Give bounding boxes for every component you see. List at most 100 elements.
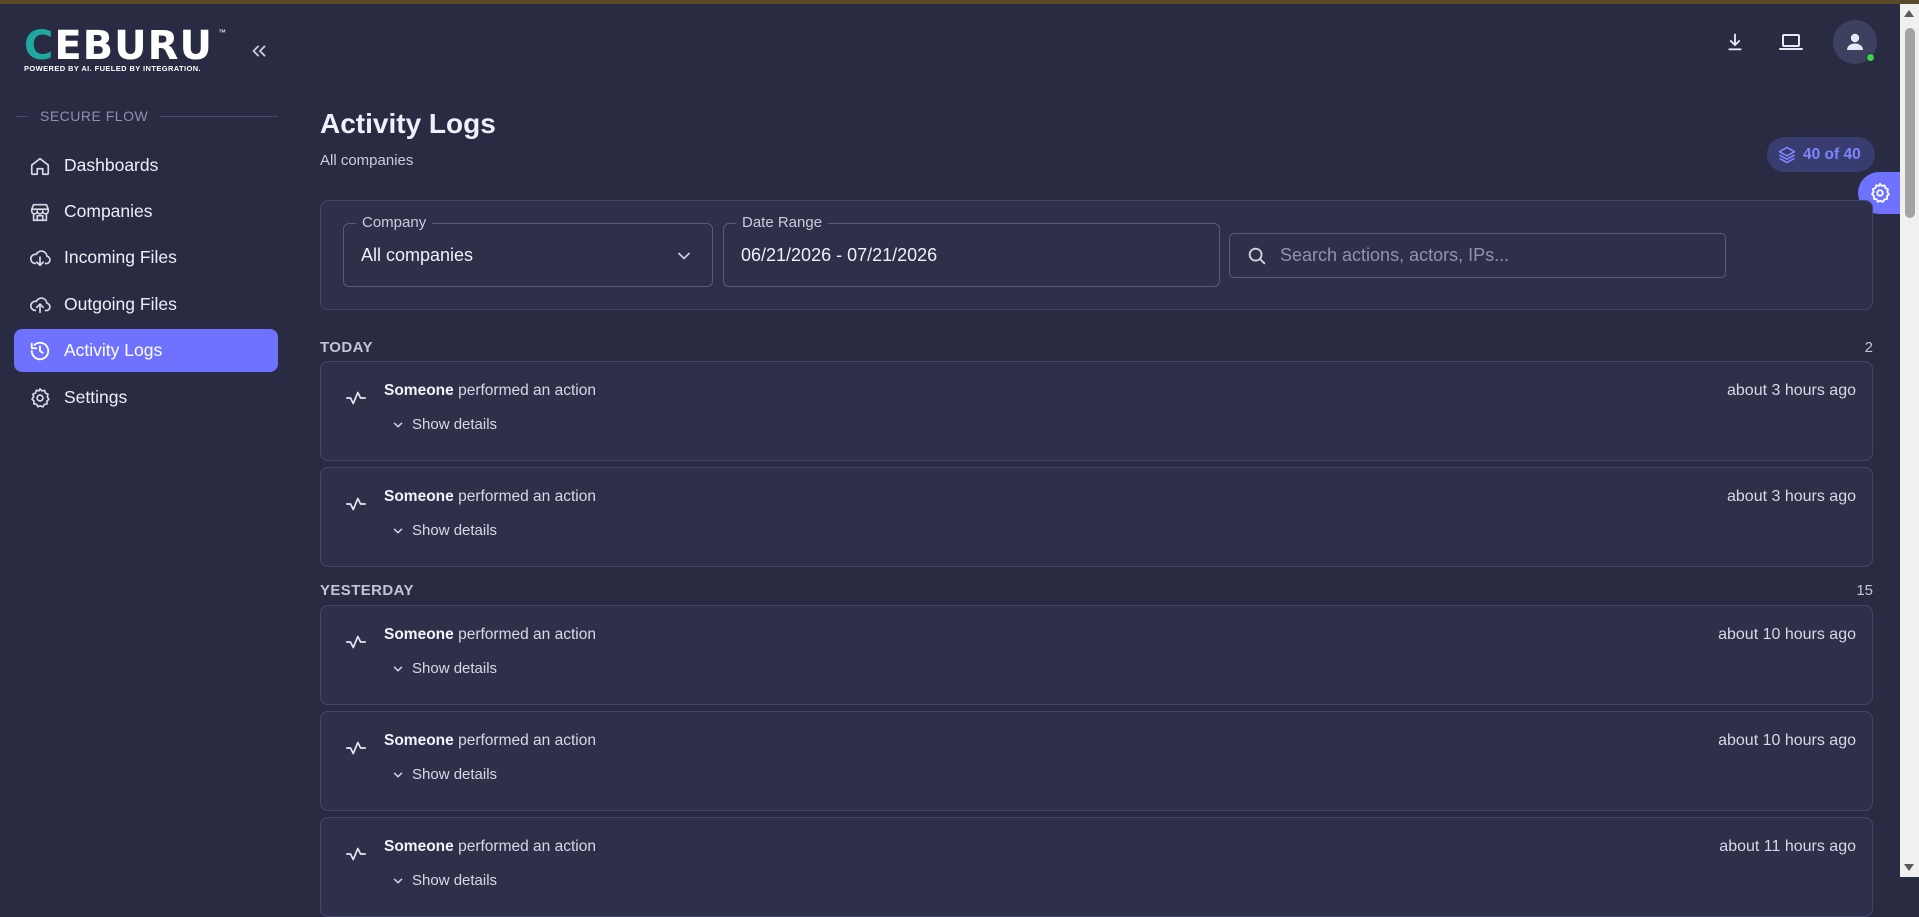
desktop-view-button[interactable] (1777, 28, 1805, 56)
scrollbar-thumb[interactable] (1905, 28, 1915, 218)
chevron-down-icon (674, 246, 694, 266)
section-label-text: SECURE FLOW (40, 108, 149, 124)
log-entry[interactable]: Someone performed an action about 10 hou… (320, 711, 1873, 811)
log-entry[interactable]: Someone performed an action about 10 hou… (320, 605, 1873, 705)
user-avatar[interactable] (1833, 20, 1877, 64)
group-count: 15 (1856, 581, 1873, 599)
page-subtitle: All companies (320, 152, 414, 169)
group-title: YESTERDAY (320, 581, 414, 599)
sidebar-item-label: Incoming Files (64, 247, 177, 267)
log-actor: Someone (384, 732, 454, 749)
search-field[interactable] (1229, 233, 1726, 278)
group-title: TODAY (320, 338, 373, 356)
show-details-label: Show details (412, 416, 498, 433)
show-details-toggle[interactable]: Show details (391, 660, 497, 677)
show-details-label: Show details (412, 522, 498, 539)
log-entry[interactable]: Someone performed an action about 11 hou… (320, 817, 1873, 917)
cloud-upload-icon (28, 293, 52, 317)
date-range-field[interactable]: Date Range 06/21/2026 - 07/21/2026 (723, 214, 1220, 287)
scroll-down-arrow-icon[interactable] (1904, 864, 1914, 871)
log-action: performed an action (458, 626, 596, 643)
log-entry[interactable]: Someone performed an action about 3 hour… (320, 467, 1873, 567)
chevron-down-icon (391, 418, 405, 432)
logo-tagline: POWERED BY AI. FUELED BY INTEGRATION. (24, 64, 202, 73)
sidebar-item-dashboards[interactable]: Dashboards (14, 144, 278, 187)
log-action: performed an action (458, 838, 596, 855)
log-time: about 3 hours ago (1727, 488, 1856, 505)
activity-pulse-icon (345, 387, 367, 409)
group-header-today: TODAY 2 (320, 336, 1873, 358)
sidebar-item-outgoing-files[interactable]: Outgoing Files (14, 283, 278, 326)
ceburu-logo[interactable]: CEBURU ™ POWERED BY AI. FUELED BY INTEGR… (24, 23, 226, 74)
gear-icon (1871, 182, 1890, 203)
top-actions (1721, 18, 1877, 66)
history-icon (28, 339, 52, 363)
page-scrollbar[interactable] (1900, 4, 1919, 877)
show-details-toggle[interactable]: Show details (391, 522, 497, 539)
online-status-dot (1866, 53, 1875, 62)
log-action: performed an action (458, 732, 596, 749)
download-button[interactable] (1721, 28, 1749, 56)
sidebar-item-incoming-files[interactable]: Incoming Files (14, 236, 278, 279)
search-input[interactable] (1280, 245, 1710, 266)
activity-pulse-icon (345, 737, 367, 759)
log-entry-summary: Someone performed an action (384, 488, 596, 506)
sidebar-item-companies[interactable]: Companies (14, 190, 278, 233)
sidebar-item-label: Settings (64, 387, 128, 407)
chevron-down-icon (391, 524, 405, 538)
log-time: about 11 hours ago (1719, 838, 1856, 855)
chevron-down-icon (391, 874, 405, 888)
log-entry[interactable]: Someone performed an action about 3 hour… (320, 361, 1873, 461)
sidebar-item-label: Companies (64, 201, 153, 221)
laptop-icon (1779, 34, 1803, 50)
log-entry-summary: Someone performed an action (384, 838, 596, 856)
activity-pulse-icon (345, 493, 367, 515)
gear-icon (28, 386, 52, 410)
double-chevron-left-icon (252, 45, 266, 57)
store-icon (28, 200, 52, 224)
sidebar-item-settings[interactable]: Settings (14, 376, 278, 419)
log-action: performed an action (458, 488, 596, 505)
group-count: 2 (1864, 338, 1873, 356)
log-actor: Someone (384, 626, 454, 643)
log-actor: Someone (384, 488, 454, 505)
page-title: Activity Logs (320, 108, 496, 139)
show-details-label: Show details (412, 660, 498, 677)
sidebar-item-label: Outgoing Files (64, 294, 177, 314)
log-action: performed an action (458, 382, 596, 399)
activity-pulse-icon (345, 631, 367, 653)
company-select[interactable]: Company All companies (343, 214, 713, 287)
show-details-toggle[interactable]: Show details (391, 872, 497, 889)
sidebar-item-label: Activity Logs (64, 340, 163, 360)
log-time: about 10 hours ago (1718, 732, 1856, 749)
sidebar-item-label: Dashboards (64, 155, 159, 175)
show-details-toggle[interactable]: Show details (391, 766, 497, 783)
filter-panel: Company All companies Date Range 06/21/2… (320, 200, 1873, 310)
logo-wordmark: CEBURU (24, 23, 213, 69)
activity-pulse-icon (345, 843, 367, 865)
log-time: about 10 hours ago (1718, 626, 1856, 643)
company-select-value: All companies (361, 245, 474, 265)
search-icon (1246, 245, 1268, 267)
show-details-label: Show details (412, 872, 498, 889)
results-count-badge: 40 of 40 (1767, 137, 1875, 172)
log-entry-summary: Someone performed an action (384, 382, 596, 400)
layers-icon (1777, 145, 1797, 165)
sidebar-item-activity-logs[interactable]: Activity Logs (14, 329, 278, 372)
log-actor: Someone (384, 382, 454, 399)
company-select-label: Company (356, 214, 433, 231)
scroll-up-arrow-icon[interactable] (1904, 10, 1914, 17)
user-icon (1847, 33, 1863, 50)
home-icon (28, 154, 52, 178)
group-header-yesterday: YESTERDAY 15 (320, 579, 1873, 601)
chevron-down-icon (391, 662, 405, 676)
date-range-label: Date Range (736, 214, 829, 231)
cloud-download-icon (28, 246, 52, 270)
collapse-sidebar-button[interactable] (248, 40, 270, 62)
log-entry-summary: Someone performed an action (384, 626, 596, 644)
log-time: about 3 hours ago (1727, 382, 1856, 399)
show-details-label: Show details (412, 766, 498, 783)
results-count-text: 40 of 40 (1803, 145, 1861, 163)
log-actor: Someone (384, 838, 454, 855)
show-details-toggle[interactable]: Show details (391, 416, 497, 433)
